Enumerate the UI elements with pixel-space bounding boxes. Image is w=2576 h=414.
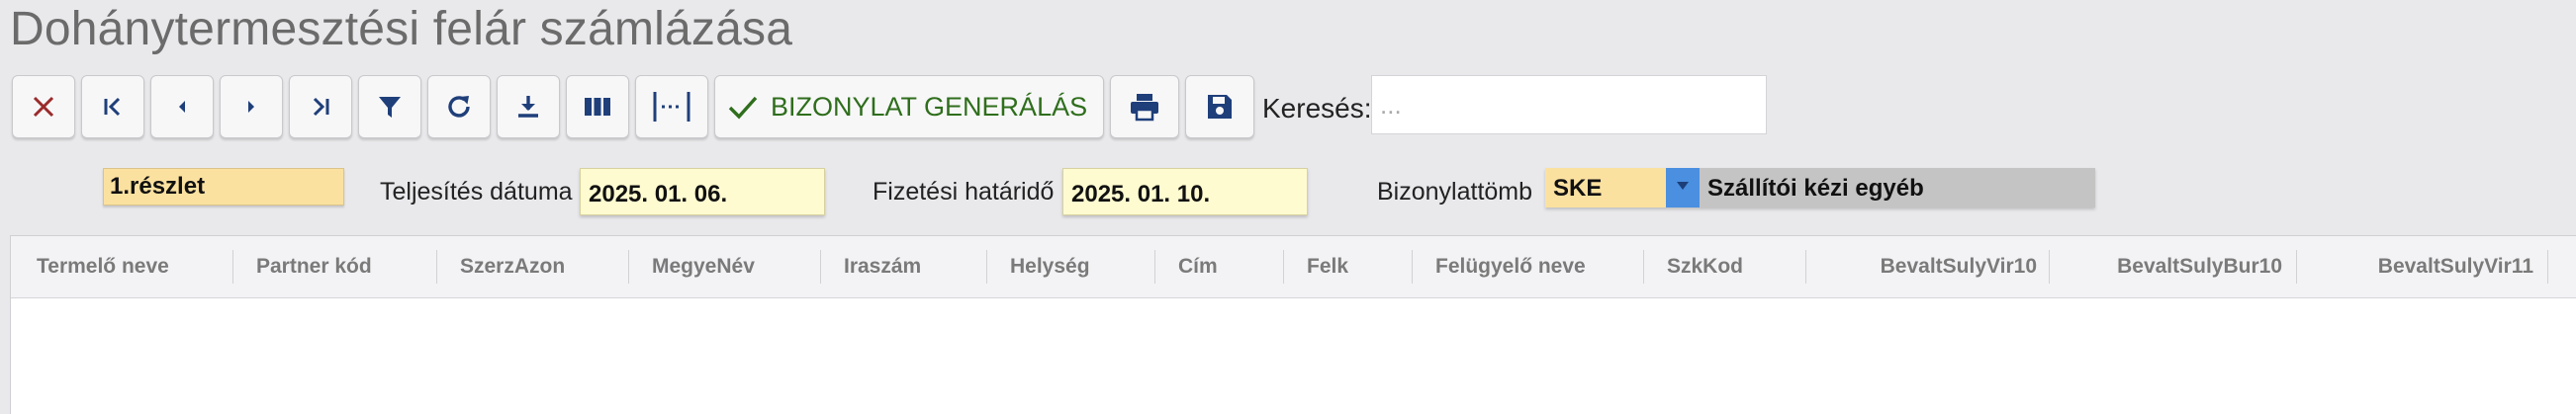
filter-icon — [376, 93, 404, 121]
column-divider[interactable] — [986, 250, 987, 284]
column-divider[interactable] — [1643, 250, 1644, 284]
refresh-button[interactable] — [427, 75, 491, 138]
download-icon — [514, 93, 542, 121]
checkmark-icon — [727, 93, 759, 121]
column-divider[interactable] — [1283, 250, 1284, 284]
voucher-block-label: Bizonylattömb — [1377, 178, 1533, 206]
column-header-bevaltsulyvir10[interactable]: BevaltSulyVir10 — [1805, 236, 2047, 297]
voucher-block-combo[interactable]: SKE Szállítói kézi egyéb — [1545, 168, 2095, 207]
chevron-down-icon — [1675, 179, 1691, 197]
first-record-button[interactable] — [81, 75, 144, 138]
column-divider[interactable] — [1412, 250, 1413, 284]
column-divider[interactable] — [820, 250, 821, 284]
last-icon — [308, 94, 333, 120]
column-header-felk[interactable]: Felk — [1307, 236, 1416, 297]
generate-document-button[interactable]: BIZONYLAT GENERÁLÁS — [714, 75, 1104, 138]
column-header-megyenev[interactable]: MegyeNév — [652, 236, 830, 297]
columns-button[interactable] — [566, 75, 629, 138]
save-button[interactable] — [1185, 75, 1254, 138]
column-header-bevaltsulyvir11[interactable]: BevaltSulyVir11 — [2296, 236, 2543, 297]
due-date-label: Fizetési határidő — [873, 178, 1055, 206]
page-title: Dohánytermesztési felár számlázása — [10, 3, 793, 55]
column-header-helyseg[interactable]: Helység — [1010, 236, 1158, 297]
dropdown-button[interactable] — [1666, 168, 1700, 207]
column-header-felugyelo-neve[interactable]: Felügyelő neve — [1435, 236, 1643, 297]
close-button[interactable] — [12, 75, 75, 138]
column-divider[interactable] — [2547, 250, 2548, 284]
voucher-block-description: Szállítói kézi egyéb — [1700, 168, 2095, 207]
due-date-field[interactable]: 2025. 01. 10. — [1062, 168, 1308, 215]
print-icon — [1129, 92, 1160, 122]
next-record-button[interactable] — [220, 75, 283, 138]
data-grid: Termelő neve Partner kód SzerzAzon Megye… — [10, 235, 2576, 414]
print-button[interactable] — [1110, 75, 1179, 138]
filter-button[interactable] — [358, 75, 421, 138]
column-header-cim[interactable]: Cím — [1178, 236, 1287, 297]
grid-header: Termelő neve Partner kód SzerzAzon Megye… — [11, 236, 2576, 298]
columns-icon — [583, 94, 612, 120]
column-divider[interactable] — [628, 250, 629, 284]
download-button[interactable] — [497, 75, 560, 138]
completion-date-label: Teljesítés dátuma — [380, 178, 573, 206]
installment-field[interactable]: 1.részlet — [103, 168, 344, 206]
voucher-block-code[interactable]: SKE — [1545, 168, 1666, 207]
last-record-button[interactable] — [289, 75, 352, 138]
generate-document-label: BIZONYLAT GENERÁLÁS — [771, 91, 1088, 122]
search-label: Keresés: — [1262, 93, 1372, 124]
prev-record-button[interactable] — [150, 75, 214, 138]
search-input[interactable] — [1371, 75, 1767, 134]
column-divider[interactable] — [232, 250, 233, 284]
column-header-partner-kod[interactable]: Partner kód — [256, 236, 444, 297]
fit-columns-button[interactable] — [635, 75, 708, 138]
column-header-termelo-neve[interactable]: Termelő neve — [37, 236, 234, 297]
column-divider[interactable] — [1154, 250, 1155, 284]
column-header-bevaltsulybur10[interactable]: BevaltSulyBur10 — [2049, 236, 2292, 297]
refresh-icon — [444, 92, 474, 122]
column-header-szkkod[interactable]: SzkKod — [1667, 236, 1805, 297]
column-header-iraszam[interactable]: Iraszám — [844, 236, 992, 297]
next-icon — [241, 97, 261, 117]
column-header-szerzazon[interactable]: SzerzAzon — [460, 236, 638, 297]
column-divider[interactable] — [436, 250, 437, 284]
save-icon — [1205, 92, 1235, 122]
first-icon — [100, 94, 126, 120]
fit-width-icon — [651, 90, 692, 124]
close-icon — [31, 94, 56, 120]
prev-icon — [172, 97, 192, 117]
completion-date-field[interactable]: 2025. 01. 06. — [580, 168, 825, 215]
